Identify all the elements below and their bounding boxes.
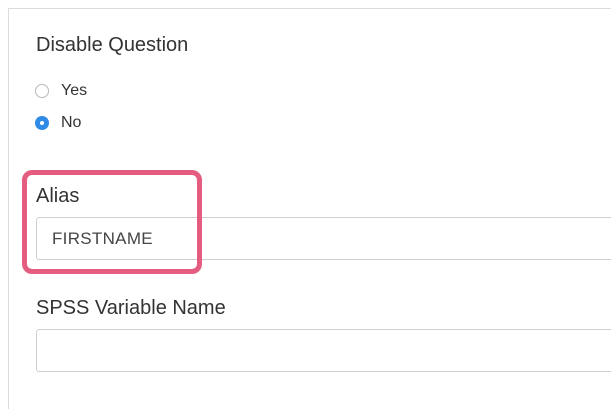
alias-label: Alias [36,185,80,207]
radio-no-button[interactable] [35,116,49,130]
radio-option-yes[interactable]: Yes [35,81,87,101]
radio-no-label: No [61,114,82,131]
alias-input[interactable]: FIRSTNAME [36,217,611,260]
radio-yes-label: Yes [61,82,88,99]
disable-question-title: Disable Question [36,34,189,56]
spss-variable-name-input[interactable] [36,329,611,372]
spss-variable-name-label: SPSS Variable Name [36,297,226,319]
radio-option-no[interactable]: No [35,113,81,133]
radio-yes-button[interactable] [35,84,49,98]
